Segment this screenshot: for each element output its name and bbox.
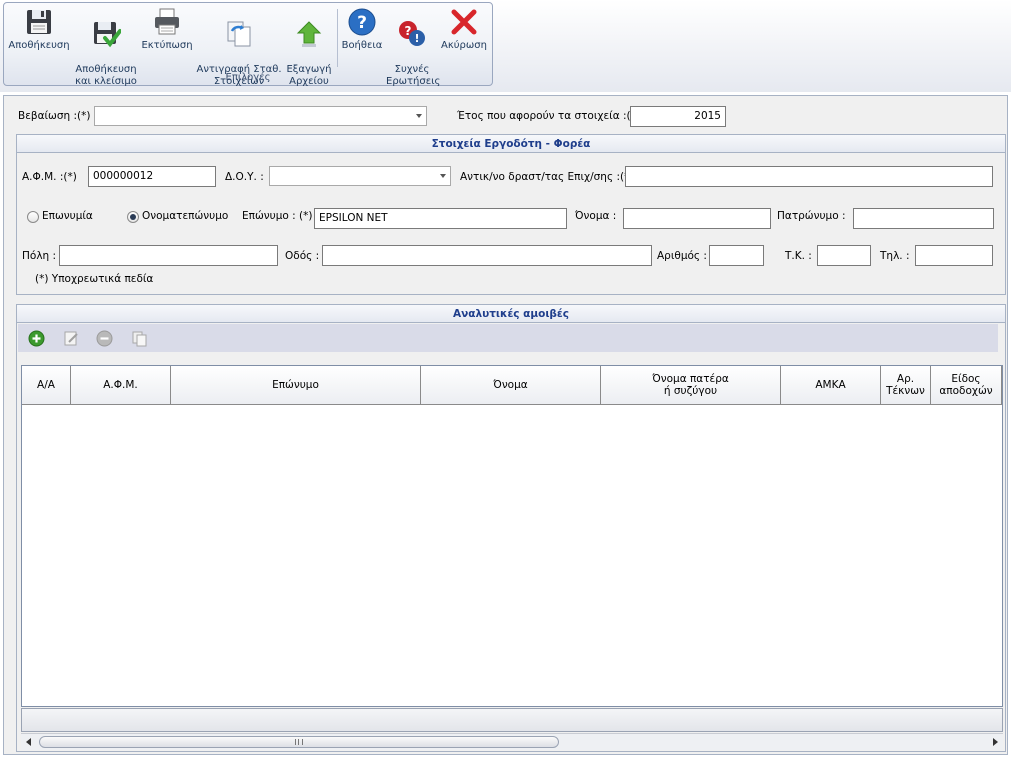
father-name-label: Πατρώνυμο : xyxy=(777,210,846,222)
scroll-left-arrow-icon[interactable] xyxy=(26,738,31,746)
radio-full-name[interactable] xyxy=(127,211,139,223)
grid-footer xyxy=(21,708,1003,732)
col-header-children[interactable]: Αρ. Τέκνων xyxy=(881,366,931,405)
svg-text:!: ! xyxy=(414,32,419,45)
afm-input[interactable]: 000000012 xyxy=(88,166,216,187)
certificate-select[interactable] xyxy=(94,106,427,126)
scroll-right-arrow-icon[interactable] xyxy=(993,738,998,746)
copy-icon[interactable] xyxy=(131,330,148,347)
main-form-panel: Βεβαίωση :(*) Έτος που αφορούν τα στοιχε… xyxy=(3,95,1008,755)
afm-label: Α.Φ.Μ. :(*) xyxy=(22,171,77,183)
cancel-button[interactable]: Ακύρωση xyxy=(440,7,488,52)
employer-section-title: Στοιχεία Εργοδότη - Φορέα xyxy=(17,135,1005,153)
earnings-grid: Α/Α Α.Φ.Μ. Επώνυμο Όνομα Όνομα πατέρα ή … xyxy=(21,365,1003,707)
earnings-toolbar xyxy=(18,324,998,352)
save-button-label: Αποθήκευση xyxy=(8,40,70,51)
edit-icon[interactable] xyxy=(63,330,80,347)
phone-input[interactable] xyxy=(915,245,993,266)
zip-label: Τ.Κ. : xyxy=(785,250,812,262)
col-header-father-spouse[interactable]: Όνομα πατέρα ή συζύγου xyxy=(601,366,781,405)
chevron-down-icon xyxy=(440,174,446,178)
radio-company-label: Επωνυμία xyxy=(42,210,93,222)
cancel-x-icon xyxy=(451,9,477,35)
col-header-amka[interactable]: ΑΜΚΑ xyxy=(781,366,881,405)
street-input[interactable] xyxy=(322,245,652,266)
export-arrow-icon xyxy=(296,21,322,47)
city-input[interactable] xyxy=(59,245,278,266)
scrollbar-thumb[interactable] xyxy=(39,736,559,748)
name-input[interactable] xyxy=(623,208,771,229)
ribbon-group-label: Επιλογές xyxy=(225,72,271,83)
year-input[interactable]: 2015 xyxy=(630,106,726,127)
floppy-save-icon xyxy=(27,10,51,34)
doy-select[interactable] xyxy=(269,166,451,186)
help-button-label: Βοήθεια xyxy=(341,40,383,51)
city-label: Πόλη : xyxy=(22,250,57,262)
cancel-button-label: Ακύρωση xyxy=(441,40,487,51)
copy-document-icon xyxy=(227,21,251,47)
save-button[interactable]: Αποθήκευση xyxy=(6,7,72,52)
representative-input[interactable] xyxy=(625,166,993,187)
faq-icon: ? ! xyxy=(399,21,425,46)
help-button[interactable]: ? Βοήθεια xyxy=(340,7,384,52)
print-button[interactable]: Εκτύπωση xyxy=(140,7,194,52)
remove-icon[interactable] xyxy=(96,330,113,347)
print-button-label: Εκτύπωση xyxy=(141,40,193,51)
floppy-save-close-icon xyxy=(94,22,121,48)
svg-text:?: ? xyxy=(357,13,367,33)
surname-label: Επώνυμο : (*) xyxy=(242,210,313,222)
required-fields-note: (*) Υποχρεωτικά πεδία xyxy=(35,273,154,285)
col-header-name[interactable]: Όνομα xyxy=(421,366,601,405)
surname-input[interactable]: EPSILON NET xyxy=(314,208,567,229)
col-header-earnings-type[interactable]: Είδος αποδοχών xyxy=(931,366,1002,405)
representative-label: Αντικ/νο δραστ/τας Επιχ/σης :(*) xyxy=(460,171,634,183)
father-name-input[interactable] xyxy=(853,208,994,229)
year-label: Έτος που αφορούν τα στοιχεία :(*) xyxy=(457,110,640,122)
grip-icon xyxy=(295,739,303,745)
certificate-label: Βεβαίωση :(*) xyxy=(18,110,91,122)
ribbon-separator xyxy=(337,9,338,67)
col-header-aa[interactable]: Α/Α xyxy=(22,366,71,405)
radio-full-name-label: Ονοματεπώνυμο xyxy=(142,210,229,222)
printer-icon xyxy=(155,8,179,35)
col-header-surname[interactable]: Επώνυμο xyxy=(171,366,421,405)
horizontal-scrollbar[interactable] xyxy=(21,733,1003,750)
col-header-afm[interactable]: Α.Φ.Μ. xyxy=(71,366,171,405)
street-label: Οδός : xyxy=(285,250,320,262)
employer-section: Στοιχεία Εργοδότη - Φορέα Α.Φ.Μ. :(*) 00… xyxy=(16,134,1006,295)
earnings-section-title: Αναλυτικές αμοιβές xyxy=(17,305,1005,323)
help-icon: ? xyxy=(348,8,376,36)
name-label: Όνομα : xyxy=(575,210,617,222)
radio-company-name[interactable] xyxy=(27,211,39,223)
zip-input[interactable] xyxy=(817,245,871,266)
grid-header-row: Α/Α Α.Φ.Μ. Επώνυμο Όνομα Όνομα πατέρα ή … xyxy=(22,366,1004,405)
number-input[interactable] xyxy=(709,245,764,266)
phone-label: Τηλ. : xyxy=(880,250,910,262)
number-label: Αριθμός : xyxy=(657,250,707,262)
ribbon-group-options: Αποθήκευση Αποθήκευση και κλείσιμο Εκτύπ… xyxy=(3,2,493,87)
earnings-section: Αναλυτικές αμοιβές Α/Α Α.Φ.Μ. Επώνυμο Όν… xyxy=(16,304,1006,752)
doy-label: Δ.Ο.Υ. : xyxy=(225,171,264,183)
add-icon[interactable] xyxy=(28,330,45,347)
chevron-down-icon xyxy=(416,114,422,118)
